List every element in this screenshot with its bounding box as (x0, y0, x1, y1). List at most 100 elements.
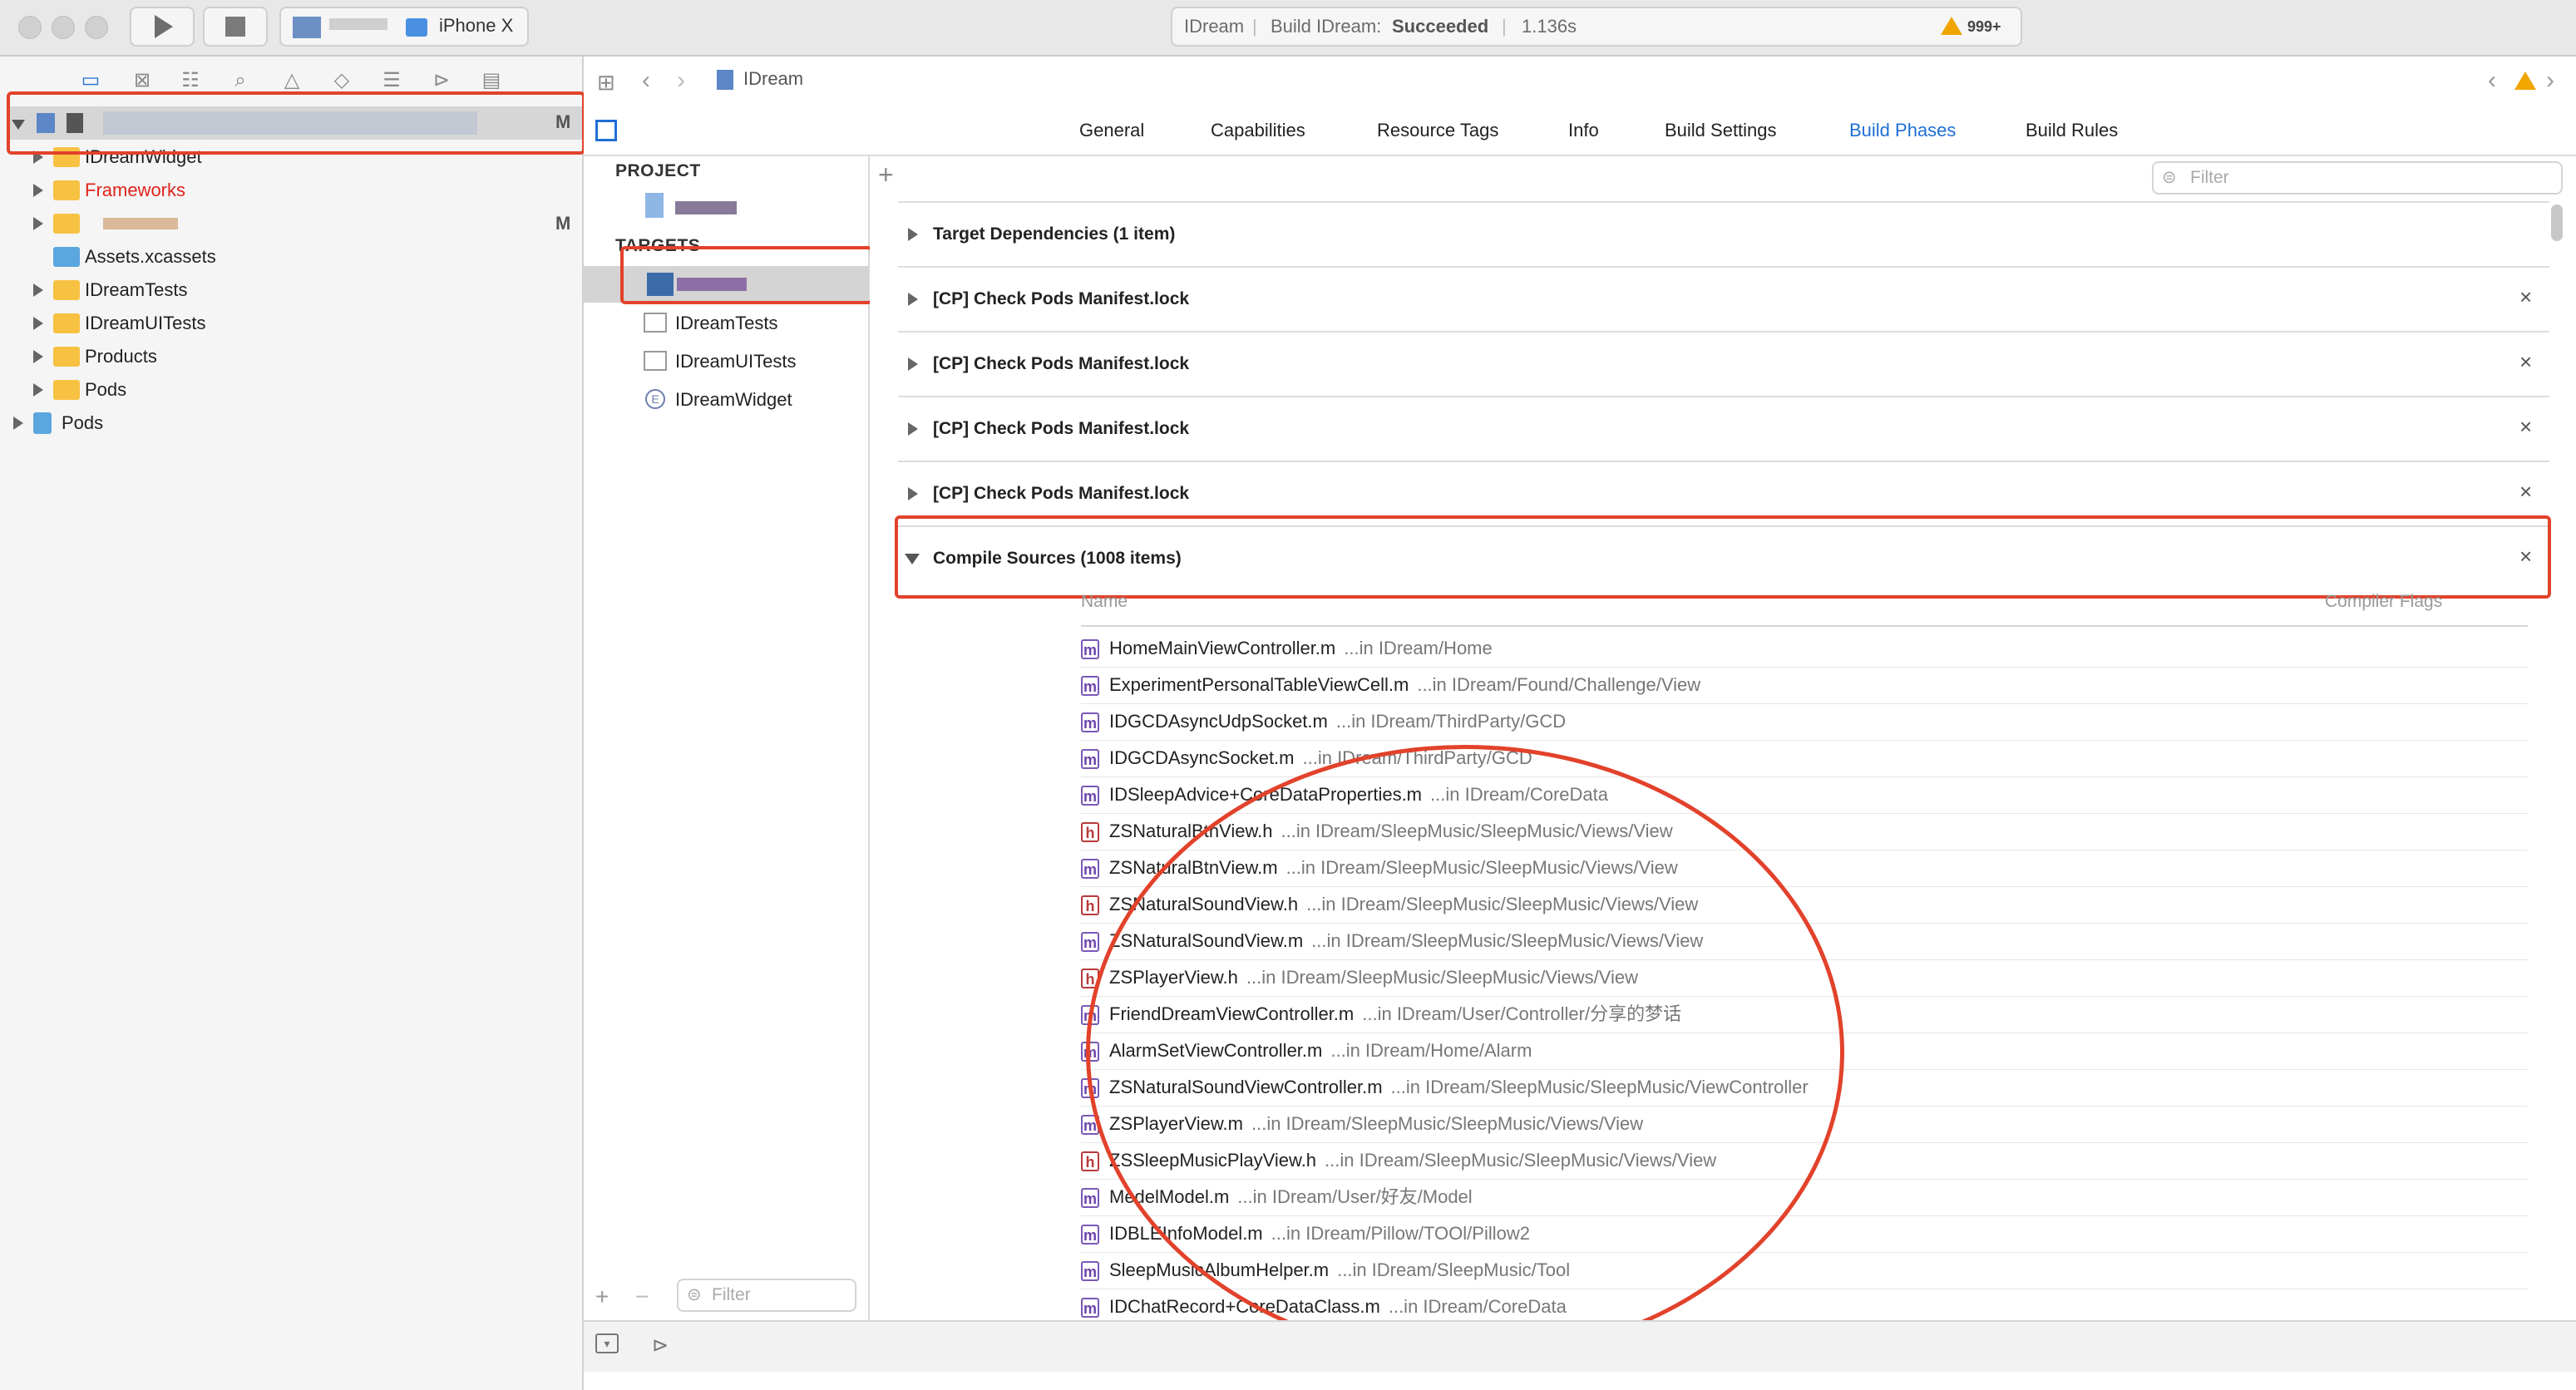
column-header-compiler-flags[interactable]: Compiler Flags (2325, 592, 2442, 612)
source-file-icon: m (1081, 1261, 1099, 1282)
file-path: ...in IDream/Home (1344, 638, 1493, 658)
tab-resource-tags[interactable]: Resource Tags (1377, 106, 1498, 155)
phase-row[interactable]: [CP] Check Pods Manifest.lock × (898, 268, 2549, 333)
tree-item-pods-project[interactable]: Pods (13, 407, 582, 439)
tree-item-products[interactable]: Products (33, 341, 582, 372)
tree-item-frameworks[interactable]: Frameworks (33, 175, 582, 206)
disclosure-icon[interactable] (13, 417, 23, 430)
tree-item-assets[interactable]: Assets.xcassets (33, 241, 582, 273)
scrollbar-thumb[interactable] (2551, 205, 2563, 241)
activity-status-bar: IDream | Build IDream: Succeeded | 1.136… (1171, 7, 2022, 47)
folder-icon[interactable]: ▭ (78, 68, 103, 93)
disclosure-icon[interactable] (33, 217, 43, 230)
source-file-icon: m (1081, 1188, 1099, 1209)
tab-info[interactable]: Info (1568, 106, 1599, 155)
breakpoint-icon[interactable]: ⊳ (429, 68, 454, 93)
remove-phase-icon[interactable]: × (2519, 479, 2532, 505)
phase-label: [CP] Check Pods Manifest.lock (933, 354, 1190, 373)
warning-count[interactable]: 999+ (1967, 8, 2001, 45)
tree-item-idreamuitests[interactable]: IDreamUITests (33, 308, 582, 339)
debug-icon[interactable]: ☰ (379, 68, 404, 93)
redacted-project-name (675, 201, 737, 214)
status-divider: | (1502, 16, 1507, 37)
file-name: IDGCDAsyncSocket.m (1109, 747, 1295, 768)
tree-item-idreamtests[interactable]: IDreamTests (33, 274, 582, 306)
minimize-window-button[interactable] (52, 16, 75, 39)
file-path: ...in IDream/ThirdParty/GCD (1335, 711, 1567, 732)
file-row[interactable]: m ExperimentPersonalTableViewCell.m ...in … (1081, 667, 2528, 704)
related-items-icon[interactable]: ⊞ (597, 70, 615, 96)
header-file-icon: h (1081, 1151, 1099, 1172)
add-target-icon[interactable]: + (595, 1284, 609, 1310)
disclosure-icon[interactable] (908, 293, 918, 306)
close-window-button[interactable] (18, 16, 42, 39)
target-row-idreamuitests[interactable]: IDreamUITests (644, 344, 860, 379)
disclosure-icon[interactable] (908, 487, 918, 500)
project-file-icon (717, 70, 733, 90)
hide-debug-area-icon[interactable]: ▾ (595, 1333, 619, 1353)
tree-item-label: Assets.xcassets (85, 246, 216, 267)
file-name: IDGCDAsyncUdpSocket.m (1109, 711, 1328, 732)
remove-phase-icon[interactable]: × (2519, 349, 2532, 375)
phase-row[interactable]: Target Dependencies (1 item) (898, 203, 2549, 268)
disclosure-icon[interactable] (33, 184, 43, 197)
toggle-targets-list-icon[interactable] (595, 120, 617, 141)
search-icon[interactable]: ⌕ (228, 68, 253, 93)
tree-item-label: Pods (85, 379, 127, 400)
scheme-app-icon (293, 17, 321, 38)
disclosure-icon[interactable] (908, 357, 918, 371)
report-icon[interactable]: ▤ (479, 68, 504, 93)
folder-icon (53, 280, 80, 300)
disclosure-icon[interactable] (33, 317, 43, 330)
filter-icon: ⊜ (2162, 168, 2177, 187)
issue-icon[interactable]: △ (279, 68, 304, 93)
disclosure-icon[interactable] (33, 283, 43, 297)
phase-row[interactable]: [CP] Check Pods Manifest.lock × (898, 397, 2549, 462)
filter-icon: ⊜ (687, 1285, 702, 1304)
jumpbar-project[interactable]: IDream (743, 68, 803, 90)
zoom-window-button[interactable] (85, 16, 108, 39)
forward-arrow-icon[interactable]: › (677, 67, 685, 95)
run-button[interactable] (130, 7, 195, 47)
source-file-icon: m (1081, 859, 1099, 880)
tree-item-redacted[interactable]: M (33, 208, 582, 239)
file-row[interactable]: m IDGCDAsyncUdpSocket.m ...in IDream/Third… (1081, 703, 2528, 741)
file-row[interactable]: m HomeMainViewController.m ...in IDream/Ho… (1081, 630, 2528, 668)
issue-prev-icon[interactable]: ‹ (2488, 67, 2496, 95)
target-row-idreamtests[interactable]: IDreamTests (644, 306, 860, 341)
folder-icon (53, 347, 80, 367)
test-icon[interactable]: ◇ (329, 68, 354, 93)
file-row[interactable]: m IDGCDAsyncSocket.m ...in IDream/ThirdPar… (1081, 740, 2528, 777)
remove-target-icon[interactable]: − (635, 1284, 649, 1310)
source-control-icon[interactable]: ⊠ (130, 68, 155, 93)
issue-next-icon[interactable]: › (2546, 67, 2554, 95)
tab-build-phases[interactable]: Build Phases (1849, 106, 1956, 155)
stop-button[interactable] (203, 7, 268, 47)
back-arrow-icon[interactable]: ‹ (642, 67, 650, 95)
breakpoint-toggle-icon[interactable]: ⊳ (652, 1333, 669, 1358)
annotation-highlight-box (895, 515, 2551, 599)
tab-build-settings[interactable]: Build Settings (1665, 106, 1777, 155)
targets-filter-input[interactable]: ⊜ Filter (677, 1279, 856, 1312)
tab-build-rules[interactable]: Build Rules (2026, 106, 2118, 155)
phases-filter-input[interactable]: ⊜ Filter (2152, 161, 2563, 195)
symbol-icon[interactable]: ☷ (178, 68, 203, 93)
disclosure-icon[interactable] (33, 350, 43, 363)
phase-row[interactable]: [CP] Check Pods Manifest.lock × (898, 333, 2549, 397)
disclosure-icon[interactable] (908, 228, 918, 241)
tab-capabilities[interactable]: Capabilities (1211, 106, 1305, 155)
warning-icon[interactable] (1941, 17, 1962, 35)
scheme-selector[interactable]: iPhone X (279, 7, 529, 47)
column-header-name[interactable]: Name (1081, 592, 1128, 612)
warning-icon[interactable] (2514, 71, 2536, 90)
tab-general[interactable]: General (1079, 106, 1144, 155)
tree-item-pods-folder[interactable]: Pods (33, 374, 582, 406)
remove-phase-icon[interactable]: × (2519, 414, 2532, 440)
target-row-idreamwidget[interactable]: E IDreamWidget (644, 382, 860, 417)
disclosure-icon[interactable] (33, 383, 43, 397)
remove-phase-icon[interactable]: × (2519, 284, 2532, 310)
disclosure-icon[interactable] (908, 422, 918, 436)
add-phase-icon[interactable]: + (878, 160, 894, 190)
annotation-circle (1086, 745, 1844, 1360)
tree-item-label: Pods (62, 412, 104, 433)
